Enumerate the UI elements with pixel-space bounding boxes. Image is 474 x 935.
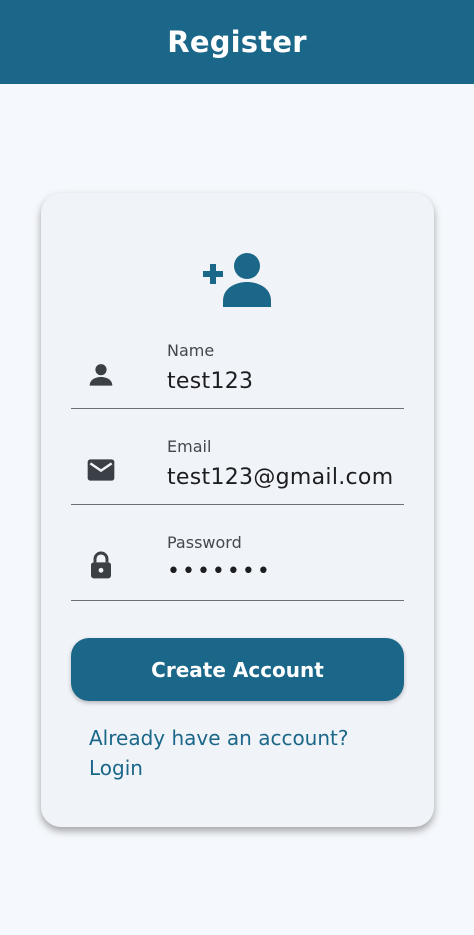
email-field-label: Email: [167, 437, 212, 456]
create-account-button[interactable]: Create Account: [71, 638, 404, 701]
password-field[interactable]: Password •••••••: [71, 533, 404, 601]
email-field-value[interactable]: test123@gmail.com: [167, 465, 393, 490]
register-card: Name test123 Email test123@gmail.com Pas…: [41, 193, 434, 827]
login-link[interactable]: Already have an account? Login: [89, 723, 389, 783]
lock-icon: [91, 551, 111, 579]
mail-icon: [87, 459, 115, 481]
page-title: Register: [167, 25, 307, 59]
person-add-icon: [203, 253, 271, 307]
person-icon: [89, 364, 113, 386]
password-field-value[interactable]: •••••••: [167, 559, 272, 584]
name-field[interactable]: Name test123: [71, 341, 404, 409]
app-bar: Register: [0, 0, 474, 84]
name-field-value[interactable]: test123: [167, 369, 253, 394]
password-field-label: Password: [167, 533, 242, 552]
email-field[interactable]: Email test123@gmail.com: [71, 437, 404, 505]
name-field-label: Name: [167, 341, 215, 360]
